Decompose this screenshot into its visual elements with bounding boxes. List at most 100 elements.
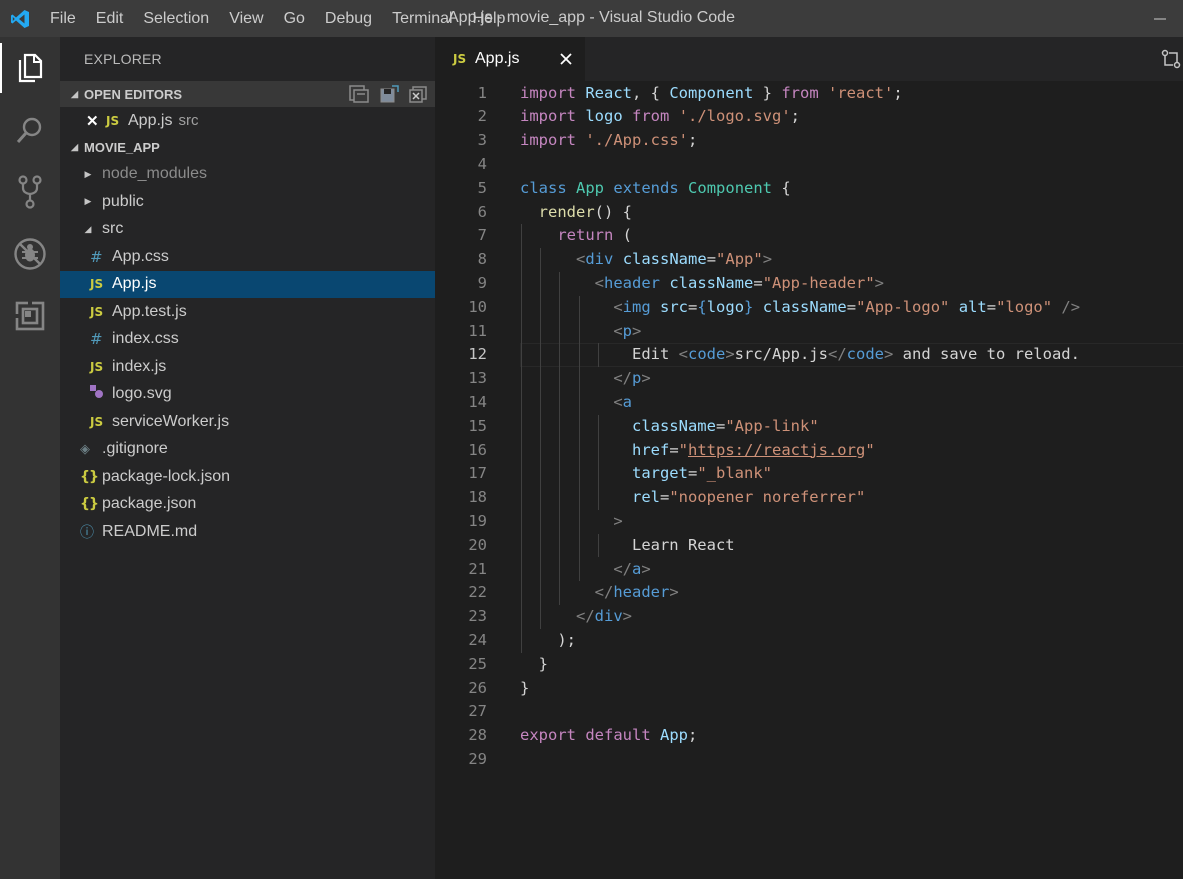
code-token: >: [622, 607, 633, 626]
line-code: <header className="App-header">: [520, 272, 884, 296]
close-all-icon[interactable]: [409, 85, 429, 103]
tree-file-package-lock-json[interactable]: {} package-lock.json: [60, 463, 435, 491]
code-token: <: [678, 345, 688, 364]
code-token: a: [622, 392, 633, 411]
menu-selection[interactable]: Selection: [133, 0, 219, 37]
tree-file-package-json[interactable]: {} package.json: [60, 491, 435, 519]
code-token: src: [660, 297, 689, 316]
tree-file-app-js[interactable]: JS App.js: [60, 270, 435, 298]
line-code: <p>: [520, 320, 641, 344]
line-code: </p>: [520, 367, 651, 391]
code-token: alt: [958, 297, 987, 316]
tree-file-readme-md[interactable]: ⓘ README.md: [60, 518, 435, 546]
line-number: 9: [477, 273, 487, 292]
code-token: }: [744, 297, 754, 316]
tree-item-label: README.md: [102, 522, 198, 540]
js-file-icon: JS: [90, 304, 104, 319]
code-token: code: [846, 345, 884, 364]
debug-icon[interactable]: [0, 223, 60, 285]
line-number: 5: [477, 178, 487, 197]
tree-file-app-test-js[interactable]: JS App.test.js: [60, 298, 435, 326]
menu-go[interactable]: Go: [274, 0, 315, 37]
code-line: 27: [435, 700, 1183, 724]
code-token: target: [631, 464, 688, 483]
code-token: Component: [688, 178, 773, 197]
tree-file-gitignore[interactable]: ◈ .gitignore: [60, 436, 435, 464]
code-token: >: [641, 369, 651, 388]
menu-view[interactable]: View: [219, 0, 273, 37]
tree-file-logo-svg[interactable]: logo.svg: [60, 381, 435, 409]
code-token: "App": [716, 250, 763, 269]
code-token: default: [585, 726, 651, 745]
code-token: "App-header": [762, 273, 875, 292]
menu-edit[interactable]: Edit: [86, 0, 134, 37]
tree-file-index-css[interactable]: # index.css: [60, 326, 435, 354]
line-code: import React, { Component } from 'react'…: [520, 82, 903, 106]
tree-file-index-js[interactable]: JS index.js: [60, 353, 435, 381]
extensions-icon[interactable]: [0, 285, 60, 347]
tree-item-label: public: [102, 192, 144, 210]
tree-folder-src[interactable]: ◢ src: [60, 216, 435, 244]
code-token: }: [520, 678, 530, 697]
menu-debug[interactable]: Debug: [315, 0, 382, 37]
search-icon[interactable]: [0, 99, 60, 161]
code-editor[interactable]: 1 import React, { Component } from 'react…: [435, 81, 1183, 879]
code-token: p: [632, 369, 642, 388]
explorer-title: EXPLORER: [84, 51, 162, 67]
source-control-icon[interactable]: [0, 161, 60, 223]
info-icon: ⓘ: [80, 524, 94, 541]
tree-item-label: logo.svg: [112, 385, 172, 403]
code-token: ;: [893, 83, 903, 102]
line-number: 25: [468, 654, 487, 673]
explorer-icon[interactable]: [0, 37, 60, 99]
tree-folder-public[interactable]: ▶ public: [60, 188, 435, 216]
project-section-header[interactable]: ◢ MOVIE_APP: [60, 135, 435, 161]
minimize-button[interactable]: [1137, 0, 1183, 37]
code-line: 21 </a>: [435, 558, 1183, 582]
open-editor-item[interactable]: ✕ JS App.js src: [60, 107, 435, 135]
code-token: =: [986, 297, 997, 316]
tree-file-service-worker-js[interactable]: JS serviceWorker.js: [60, 408, 435, 436]
save-all-icon[interactable]: [349, 85, 369, 103]
line-number: 15: [468, 416, 487, 435]
code-line: 5 class App extends Component {: [435, 177, 1183, 201]
tree-folder-node-modules[interactable]: ▶ node_modules: [60, 161, 435, 189]
code-line: 1 import React, { Component } from 'react…: [435, 82, 1183, 106]
menu-bar: File Edit Selection View Go Debug Termin…: [40, 0, 515, 37]
code-token: >: [725, 345, 735, 364]
chevron-down-icon: ◢: [84, 223, 92, 234]
code-line: 7 return (: [435, 224, 1183, 248]
tree-file-app-css[interactable]: # App.css: [60, 243, 435, 271]
line-number: 23: [468, 607, 487, 626]
close-icon[interactable]: [557, 50, 575, 68]
menu-help[interactable]: Help: [463, 0, 516, 37]
code-token: class: [520, 178, 567, 197]
menu-terminal[interactable]: Terminal: [382, 0, 462, 37]
line-number: 7: [477, 226, 487, 245]
open-changes-icon[interactable]: [1159, 47, 1183, 71]
open-editor-path: src: [178, 112, 199, 130]
code-token: https://reactjs.org: [688, 440, 866, 459]
menu-file[interactable]: File: [40, 0, 86, 37]
line-number: 11: [468, 321, 487, 340]
save-icon[interactable]: [379, 85, 399, 103]
line-number: 2: [477, 107, 487, 126]
open-editors-section-header[interactable]: ◢ OPEN EDITORS: [60, 81, 435, 107]
line-code: Edit <code>src/App.js</code> and save to…: [520, 343, 1080, 367]
minimize-icon: [1154, 18, 1166, 19]
tab-app-js[interactable]: JS App.js: [435, 37, 585, 81]
line-code: <a: [520, 391, 632, 415]
close-icon[interactable]: ✕: [86, 112, 106, 130]
line-code: </div>: [520, 605, 632, 629]
